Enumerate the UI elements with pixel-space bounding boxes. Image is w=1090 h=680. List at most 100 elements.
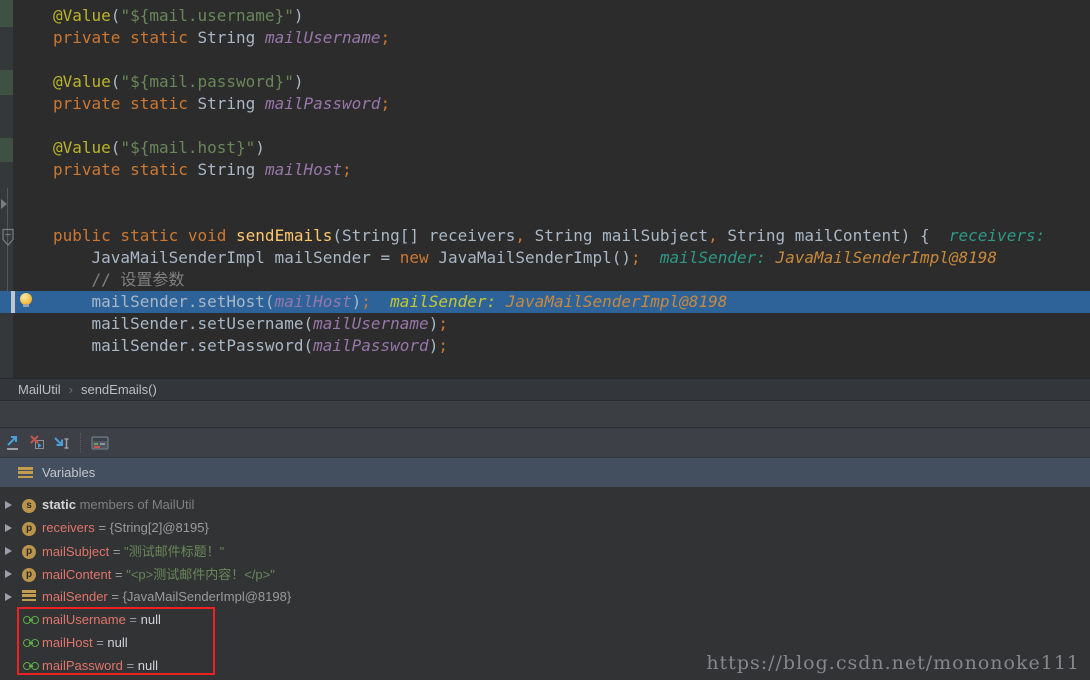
code-token: ) [255, 138, 265, 157]
red-highlight-annotation [17, 607, 215, 675]
variable-row[interactable]: p mailSubject = "测试邮件标题！" [0, 539, 1090, 562]
code-line[interactable] [0, 203, 1090, 225]
code-line[interactable] [0, 49, 1090, 71]
code-token: ; [381, 94, 391, 113]
code-token: ; [438, 336, 448, 355]
parameter-circle-icon: p [22, 565, 36, 582]
variable-row[interactable]: mailSender = {JavaMailSenderImpl@8198} [0, 585, 1090, 608]
code-line[interactable]: JavaMailSenderImpl mailSender = new Java… [0, 247, 1090, 269]
code-line[interactable]: // 设置参数 [0, 269, 1090, 291]
code-token: (String[] receivers [332, 226, 515, 245]
code-line[interactable]: @Value("${mail.username}") [0, 5, 1090, 27]
code-line[interactable]: mailSender.setUsername(mailUsername); [0, 313, 1090, 335]
fold-collapse-icon[interactable] [1, 228, 15, 247]
force-step-into-icon[interactable] [50, 432, 72, 454]
code-token: JavaMailSenderImpl mailSender = [53, 248, 400, 267]
code-token [371, 292, 390, 311]
code-line[interactable]: private static String mailUsername; [0, 27, 1090, 49]
code-token: JavaMailSenderImpl() [429, 248, 631, 267]
variable-row[interactable]: s static members of MailUtil [0, 493, 1090, 516]
code-editor[interactable]: @Value("${mail.username}")private static… [0, 0, 1090, 378]
code-line[interactable] [0, 181, 1090, 203]
code-line[interactable]: @Value("${mail.host}") [0, 137, 1090, 159]
code-token: mailPassword [265, 94, 381, 113]
expand-arrow-icon[interactable] [5, 501, 12, 509]
parameter-circle-icon: p [22, 519, 36, 536]
variable-text: static members of MailUtil [42, 497, 194, 512]
code-token: @Value [53, 72, 111, 91]
navigate-to-execution-point-icon[interactable] [2, 432, 24, 454]
code-token: JavaMailSenderImpl@8198 [506, 292, 728, 311]
variables-menu-icon[interactable] [18, 467, 33, 478]
breadcrumb-item-method[interactable]: sendEmails() [81, 382, 157, 397]
code-token: "${mail.username}" [120, 6, 293, 25]
expand-arrow-icon[interactable] [5, 570, 12, 578]
code-line[interactable]: @Value("${mail.password}") [0, 71, 1090, 93]
code-token: , [515, 226, 525, 245]
code-token: private static [53, 94, 198, 113]
code-token: ) [294, 6, 304, 25]
toolbar-separator [80, 433, 81, 453]
code-token: @Value [53, 138, 111, 157]
code-line[interactable]: private static String mailPassword; [0, 93, 1090, 115]
code-token: "${mail.host}" [120, 138, 255, 157]
code-line[interactable]: public static void sendEmails(String[] r… [0, 225, 1090, 247]
code-token: JavaMailSenderImpl@8198 [776, 248, 998, 267]
force-step-over-icon[interactable] [26, 432, 48, 454]
code-line[interactable]: mailSender.setHost(mailHost); mailSender… [0, 291, 1090, 313]
code-token: ; [361, 292, 371, 311]
code-token: ; [342, 160, 352, 179]
code-token: mailUsername [313, 314, 429, 333]
code-token: mailSender.setUsername( [53, 314, 313, 333]
variables-panel-title: Variables [42, 465, 95, 480]
code-token: ) [429, 314, 439, 333]
code-token: new [400, 248, 429, 267]
code-line[interactable]: mailSender.setPassword(mailPassword); [0, 335, 1090, 357]
code-token: // 设置参数 [53, 270, 184, 289]
code-token: String [198, 160, 265, 179]
variable-text: mailSender = {JavaMailSenderImpl@8198} [42, 589, 291, 604]
parameter-circle-icon: p [22, 542, 36, 559]
code-token: @Value [53, 6, 111, 25]
code-token: mailPassword [313, 336, 429, 355]
code-token [641, 248, 660, 267]
code-token: sendEmails [236, 226, 332, 245]
code-token: ) [294, 72, 304, 91]
code-token: ( [111, 6, 121, 25]
expand-arrow-icon[interactable] [5, 524, 12, 532]
code-token: ) [352, 292, 362, 311]
debug-tab-strip [0, 400, 1090, 427]
expand-arrow-icon[interactable] [5, 547, 12, 555]
code-token: mailSender.setPassword( [53, 336, 313, 355]
expand-arrow-icon[interactable] [5, 593, 12, 601]
code-token [766, 248, 776, 267]
code-token: mailHost [265, 160, 342, 179]
code-token: String mailSubject [525, 226, 708, 245]
code-token: mailSender.setHost( [53, 292, 275, 311]
code-token: String mailContent) { [718, 226, 949, 245]
code-token: mailUsername [265, 28, 381, 47]
code-token [496, 292, 506, 311]
static-circle-icon: s [22, 496, 36, 513]
intention-bulb-icon[interactable] [20, 293, 32, 305]
code-token: ; [438, 314, 448, 333]
code-token: public static void [53, 226, 236, 245]
breadcrumb-item-class[interactable]: MailUtil [18, 382, 61, 397]
variable-row[interactable]: p mailContent = "<p>测试邮件内容！</p>" [0, 562, 1090, 585]
code-token: mailSender: [660, 248, 766, 267]
breadcrumb: MailUtil›sendEmails() [0, 378, 1090, 400]
variable-text: mailContent = "<p>测试邮件内容！</p>" [42, 564, 275, 583]
watermark-text: https://blog.csdn.net/mononoke111 [706, 652, 1080, 674]
code-token: private static [53, 28, 198, 47]
variable-row[interactable]: preceivers = {String[2]@8195} [0, 516, 1090, 539]
code-line[interactable] [0, 115, 1090, 137]
code-token: mailSender: [390, 292, 496, 311]
variable-text: mailSubject = "测试邮件标题！" [42, 541, 224, 560]
code-token: "${mail.password}" [120, 72, 293, 91]
code-token: , [708, 226, 718, 245]
code-token: ( [111, 72, 121, 91]
code-line[interactable]: private static String mailHost; [0, 159, 1090, 181]
code-token: receivers: [949, 226, 1045, 245]
code-token: mailHost [275, 292, 352, 311]
layout-settings-icon[interactable] [89, 432, 111, 454]
